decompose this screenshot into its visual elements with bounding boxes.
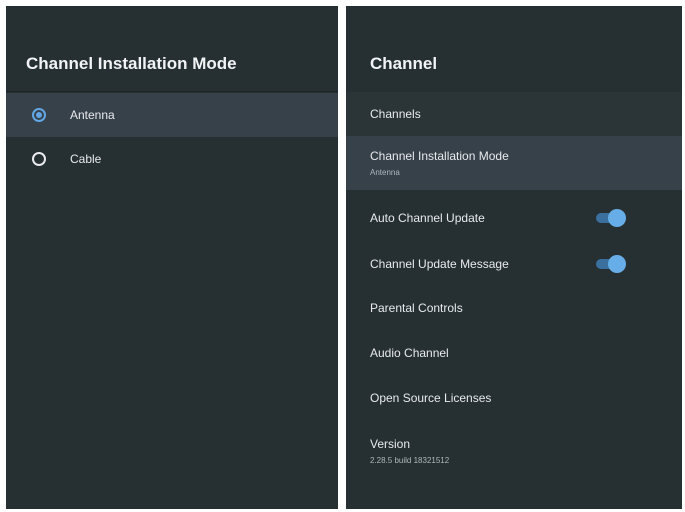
menu-item-label: Parental Controls bbox=[370, 301, 463, 315]
option-antenna[interactable]: Antenna bbox=[6, 93, 338, 137]
option-label: Cable bbox=[70, 152, 102, 166]
version-value: 2.28.5 build 18321512 bbox=[370, 456, 450, 465]
menu-item-label: Channel Update Message bbox=[370, 257, 509, 271]
toggle-knob bbox=[608, 209, 626, 227]
menu-item-audio-channel[interactable]: Audio Channel bbox=[346, 331, 682, 375]
menu-item-label: Audio Channel bbox=[370, 346, 449, 360]
menu-item-auto-channel-update[interactable]: Auto Channel Update bbox=[346, 196, 682, 240]
menu-item-channels[interactable]: Channels bbox=[346, 92, 682, 136]
toggle-knob bbox=[608, 255, 626, 273]
menu-item-label: Version bbox=[370, 437, 411, 451]
menu-item-channel-installation-mode[interactable]: Channel Installation Mode Antenna bbox=[346, 136, 682, 190]
option-label: Antenna bbox=[70, 108, 115, 122]
channel-settings-panel: Channel Channels Channel Installation Mo… bbox=[346, 6, 682, 509]
panel-title: Channel bbox=[370, 54, 438, 73]
option-cable[interactable]: Cable bbox=[6, 137, 338, 181]
menu-item-label: Auto Channel Update bbox=[370, 211, 485, 225]
menu-item-label: Channel Installation Mode bbox=[370, 149, 509, 163]
panel-title: Channel Installation Mode bbox=[26, 54, 237, 73]
menu-item-open-source-licenses[interactable]: Open Source Licenses bbox=[346, 376, 682, 420]
menu-item-label: Open Source Licenses bbox=[370, 391, 492, 405]
menu-item-label: Channels bbox=[370, 107, 421, 121]
menu-item-parental-controls[interactable]: Parental Controls bbox=[346, 286, 682, 330]
channel-installation-mode-panel: Channel Installation Mode Antenna Cable bbox=[6, 6, 338, 509]
auto-channel-update-toggle[interactable] bbox=[596, 209, 626, 227]
radio-unselected-icon[interactable] bbox=[32, 152, 46, 166]
channel-update-message-toggle[interactable] bbox=[596, 255, 626, 273]
menu-item-channel-update-message[interactable]: Channel Update Message bbox=[346, 242, 682, 286]
radio-selected-icon[interactable] bbox=[32, 108, 46, 122]
menu-item-value: Antenna bbox=[370, 168, 400, 177]
menu-item-version[interactable]: Version 2.28.5 build 18321512 bbox=[346, 424, 682, 478]
divider bbox=[6, 91, 338, 92]
